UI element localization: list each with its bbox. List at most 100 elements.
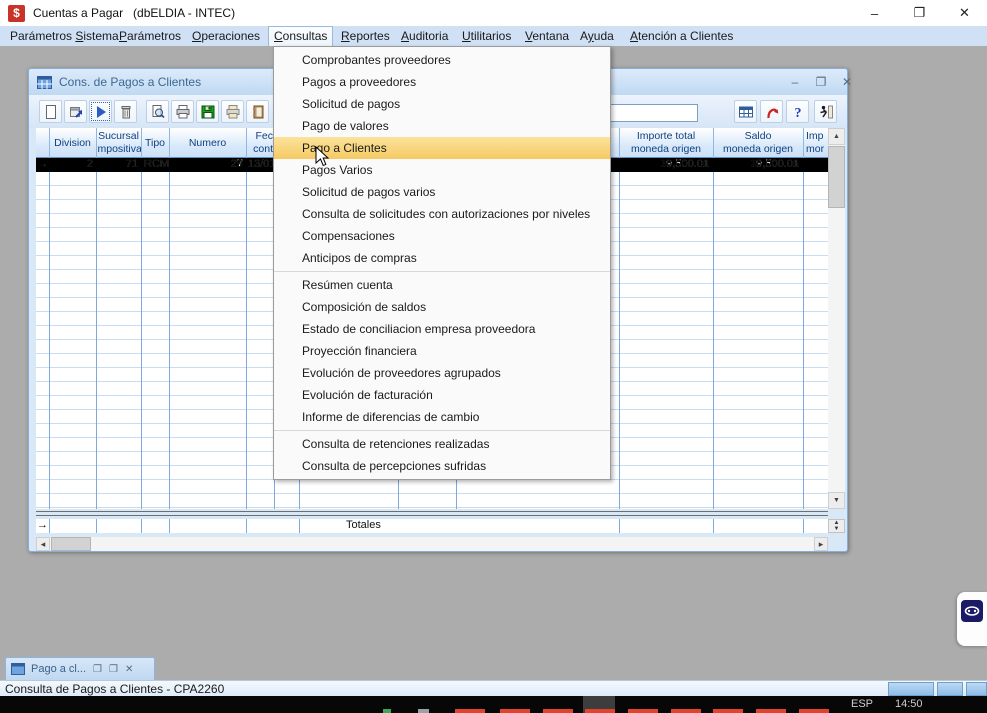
menu-item[interactable]: Comprobantes proveedores bbox=[274, 49, 610, 71]
horizontal-scroll-thumb[interactable] bbox=[51, 537, 91, 551]
child-minimize-button[interactable]: – bbox=[784, 73, 806, 91]
run-query-button[interactable] bbox=[89, 100, 112, 123]
menu-item[interactable]: Compensaciones bbox=[274, 225, 610, 247]
maximize-button[interactable]: ❐ bbox=[897, 0, 942, 26]
scroll-left-arrow[interactable]: ◂ bbox=[36, 537, 50, 551]
cell-sucursal[interactable]: 71 bbox=[96, 158, 141, 172]
delete-record-button[interactable] bbox=[114, 100, 137, 123]
menubar-item[interactable]: Parámetros bbox=[114, 26, 186, 46]
taskbar-icon[interactable] bbox=[713, 709, 743, 713]
menubar-item[interactable]: Reportes bbox=[336, 26, 395, 46]
menubar-item[interactable]: Atención a Clientes bbox=[625, 26, 738, 46]
data-grid-button[interactable] bbox=[734, 100, 757, 123]
scroll-right-arrow[interactable]: ▸ bbox=[814, 537, 828, 551]
help-button[interactable]: ? bbox=[786, 100, 809, 123]
print-button[interactable] bbox=[171, 100, 194, 123]
print-preview-button[interactable] bbox=[146, 100, 169, 123]
totals-label: Totales bbox=[346, 519, 381, 532]
menu-item[interactable]: Consulta de percepciones sufridas bbox=[274, 455, 610, 477]
menubar-item[interactable]: Operaciones bbox=[187, 26, 265, 46]
maximize-button[interactable]: ❐ bbox=[109, 664, 118, 675]
header-tipo[interactable]: Tipo bbox=[141, 128, 169, 158]
horizontal-scrollbar[interactable]: ◂ ▸ bbox=[36, 537, 828, 551]
app-icon: $ bbox=[8, 5, 25, 22]
scroll-down-arrow[interactable]: ▼ bbox=[828, 492, 845, 509]
header-division[interactable]: Division bbox=[49, 128, 96, 158]
vertical-scrollbar[interactable]: ▲ ▼ bbox=[828, 128, 845, 509]
row-pointer-icon bbox=[36, 158, 49, 172]
menubar-item[interactable]: Utilitarios bbox=[457, 26, 516, 46]
statusbar-panel bbox=[937, 682, 963, 696]
cell-tipo[interactable]: RCM bbox=[141, 158, 169, 172]
minimize-button[interactable]: – bbox=[852, 0, 897, 26]
menubar-item[interactable]: Auditoria bbox=[396, 26, 453, 46]
vertical-scroll-thumb[interactable] bbox=[828, 146, 845, 208]
taskbar-icon[interactable] bbox=[383, 709, 391, 713]
open-form-icon bbox=[68, 104, 84, 120]
remote-assist-handle[interactable] bbox=[957, 592, 987, 646]
cell-saldo[interactable]: 38,000.01 bbox=[713, 158, 803, 172]
exit-button[interactable] bbox=[814, 100, 837, 123]
cell-importe-total[interactable]: 38,000.01 bbox=[619, 158, 713, 172]
menu-item[interactable]: Consulta de retenciones realizadas bbox=[274, 433, 610, 455]
menu-item[interactable]: Pago de valores bbox=[274, 115, 610, 137]
taskbar-clock[interactable]: 14:50 bbox=[895, 698, 923, 710]
open-form-button[interactable] bbox=[64, 100, 87, 123]
menu-item[interactable]: Solicitud de pagos bbox=[274, 93, 610, 115]
menubar-item[interactable]: Consultas bbox=[268, 26, 333, 46]
header-importe-total[interactable]: Importe totalmoneda origen bbox=[619, 128, 713, 158]
child-maximize-button[interactable]: ❐ bbox=[810, 73, 832, 91]
close-button[interactable]: ✕ bbox=[125, 664, 133, 675]
data-grid-icon bbox=[738, 104, 754, 120]
save-button[interactable] bbox=[196, 100, 219, 123]
scroll-up-arrow[interactable]: ▲ bbox=[828, 128, 845, 145]
menu-item[interactable]: Estado de conciliacion empresa proveedor… bbox=[274, 318, 610, 340]
new-record-button[interactable] bbox=[39, 100, 62, 123]
grid-splitter[interactable] bbox=[36, 509, 828, 519]
close-button[interactable]: ✕ bbox=[942, 0, 987, 26]
header-selector bbox=[36, 128, 49, 158]
contacts-book-button[interactable] bbox=[246, 100, 269, 123]
minimized-window[interactable]: Pago a cl... ❐ ❐ ✕ bbox=[5, 657, 155, 681]
header-numero[interactable]: Numero bbox=[169, 128, 246, 158]
menubar-item[interactable]: Parámetros Sistema bbox=[5, 26, 124, 46]
statusbar-text: Consulta de Pagos a Clientes - CPA2260 bbox=[5, 682, 224, 696]
menu-item[interactable]: Evolución de facturación bbox=[274, 384, 610, 406]
header-sucursal[interactable]: Sucursalimpositiva bbox=[96, 128, 141, 158]
taskbar-icon[interactable] bbox=[756, 709, 786, 713]
cell-division[interactable]: 2 bbox=[49, 158, 96, 172]
child-close-button[interactable]: ✕ bbox=[836, 73, 858, 91]
taskbar-icon[interactable] bbox=[799, 709, 829, 713]
menu-item[interactable]: Anticipos de compras bbox=[274, 247, 610, 272]
graph-button[interactable] bbox=[760, 100, 783, 123]
menu-item[interactable]: Proyección financiera bbox=[274, 340, 610, 362]
export-print-button[interactable] bbox=[221, 100, 244, 123]
contacts-book-icon bbox=[250, 104, 266, 120]
menu-item[interactable]: Pagos a proveedores bbox=[274, 71, 610, 93]
header-saldo[interactable]: Saldomoneda origen bbox=[713, 128, 803, 158]
taskbar-icon[interactable] bbox=[455, 709, 485, 713]
taskbar-language[interactable]: ESP bbox=[851, 698, 873, 710]
taskbar-icon[interactable] bbox=[628, 709, 658, 713]
taskbar-icon[interactable] bbox=[500, 709, 530, 713]
menu-item[interactable]: Consulta de solicitudes con autorizacion… bbox=[274, 203, 610, 225]
menubar-item[interactable]: Ayuda bbox=[575, 26, 619, 46]
menu-item[interactable]: Composición de saldos bbox=[274, 296, 610, 318]
menu-item[interactable]: Evolución de proveedores agrupados bbox=[274, 362, 610, 384]
menu-item[interactable]: Resúmen cuenta bbox=[274, 274, 610, 296]
save-icon bbox=[200, 104, 216, 120]
header-importe-2[interactable]: Impmor bbox=[803, 128, 828, 158]
cell-numero[interactable]: 29 bbox=[169, 158, 246, 172]
taskbar-icon[interactable] bbox=[585, 709, 615, 713]
child-window-title: Cons. de Pagos a Clientes bbox=[59, 75, 201, 89]
menubar-item[interactable]: Ventana bbox=[520, 26, 574, 46]
menu-item[interactable]: Solicitud de pagos varios bbox=[274, 181, 610, 203]
taskbar-icon[interactable] bbox=[418, 709, 429, 713]
menu-item[interactable]: Informe de diferencias de cambio bbox=[274, 406, 610, 431]
header-fecha[interactable]: Feccont bbox=[246, 128, 273, 158]
restore-button[interactable]: ❐ bbox=[93, 664, 102, 675]
totals-spinner[interactable]: ▲▼ bbox=[828, 519, 845, 533]
statusbar-panel bbox=[966, 682, 987, 696]
taskbar-icon[interactable] bbox=[543, 709, 573, 713]
taskbar-icon[interactable] bbox=[671, 709, 701, 713]
